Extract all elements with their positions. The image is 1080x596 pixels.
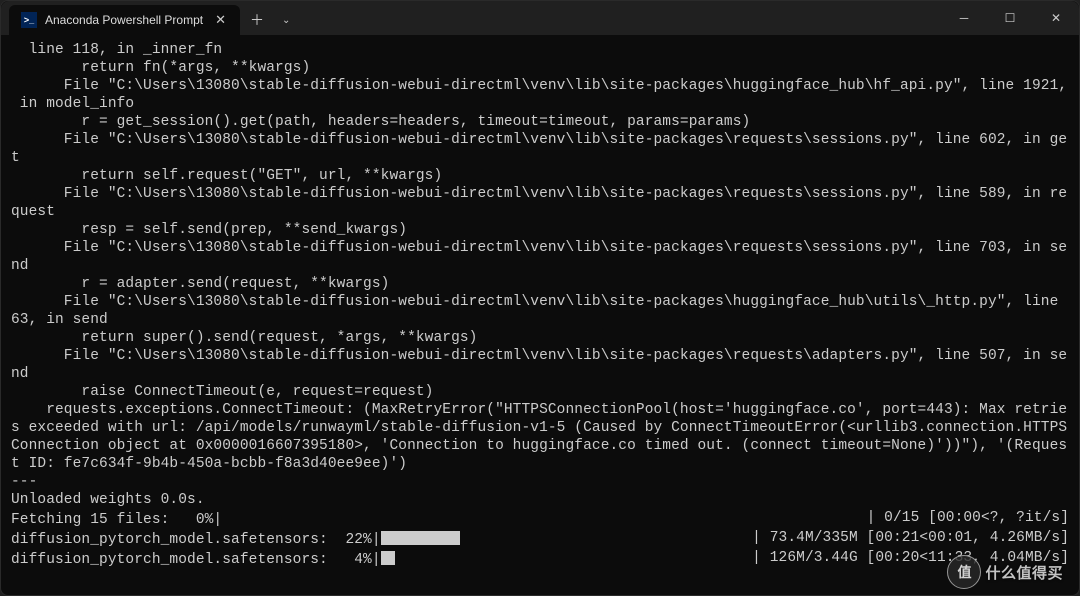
watermark-text: 什么值得买 [985, 562, 1063, 583]
tab-active[interactable]: >_ Anaconda Powershell Prompt ✕ [9, 5, 240, 35]
watermark: 值 什么值得买 [947, 555, 1063, 589]
progress-row: Fetching 15 files: 0%|| 0/15 [00:00<?, ?… [11, 509, 1069, 529]
progress-row: diffusion_pytorch_model.safetensors: 4%|… [11, 549, 1069, 569]
powershell-icon: >_ [21, 12, 37, 28]
close-button[interactable]: ✕ [1033, 1, 1079, 35]
app-window: >_ Anaconda Powershell Prompt ✕ ＋ ⌄ ─ ☐ … [0, 0, 1080, 596]
progress-row: diffusion_pytorch_model.safetensors: 22%… [11, 529, 1069, 549]
tab-dropdown-button[interactable]: ⌄ [274, 5, 298, 35]
new-tab-button[interactable]: ＋ [240, 5, 274, 35]
titlebar-drag-area[interactable] [298, 1, 941, 35]
watermark-icon: 值 [947, 555, 981, 589]
tab-close-button[interactable]: ✕ [211, 10, 230, 30]
titlebar[interactable]: >_ Anaconda Powershell Prompt ✕ ＋ ⌄ ─ ☐ … [1, 1, 1079, 35]
maximize-button[interactable]: ☐ [987, 1, 1033, 35]
minimize-button[interactable]: ─ [941, 1, 987, 35]
tab-title: Anaconda Powershell Prompt [45, 13, 203, 27]
terminal-output[interactable]: line 118, in _inner_fn return fn(*args, … [1, 35, 1079, 595]
